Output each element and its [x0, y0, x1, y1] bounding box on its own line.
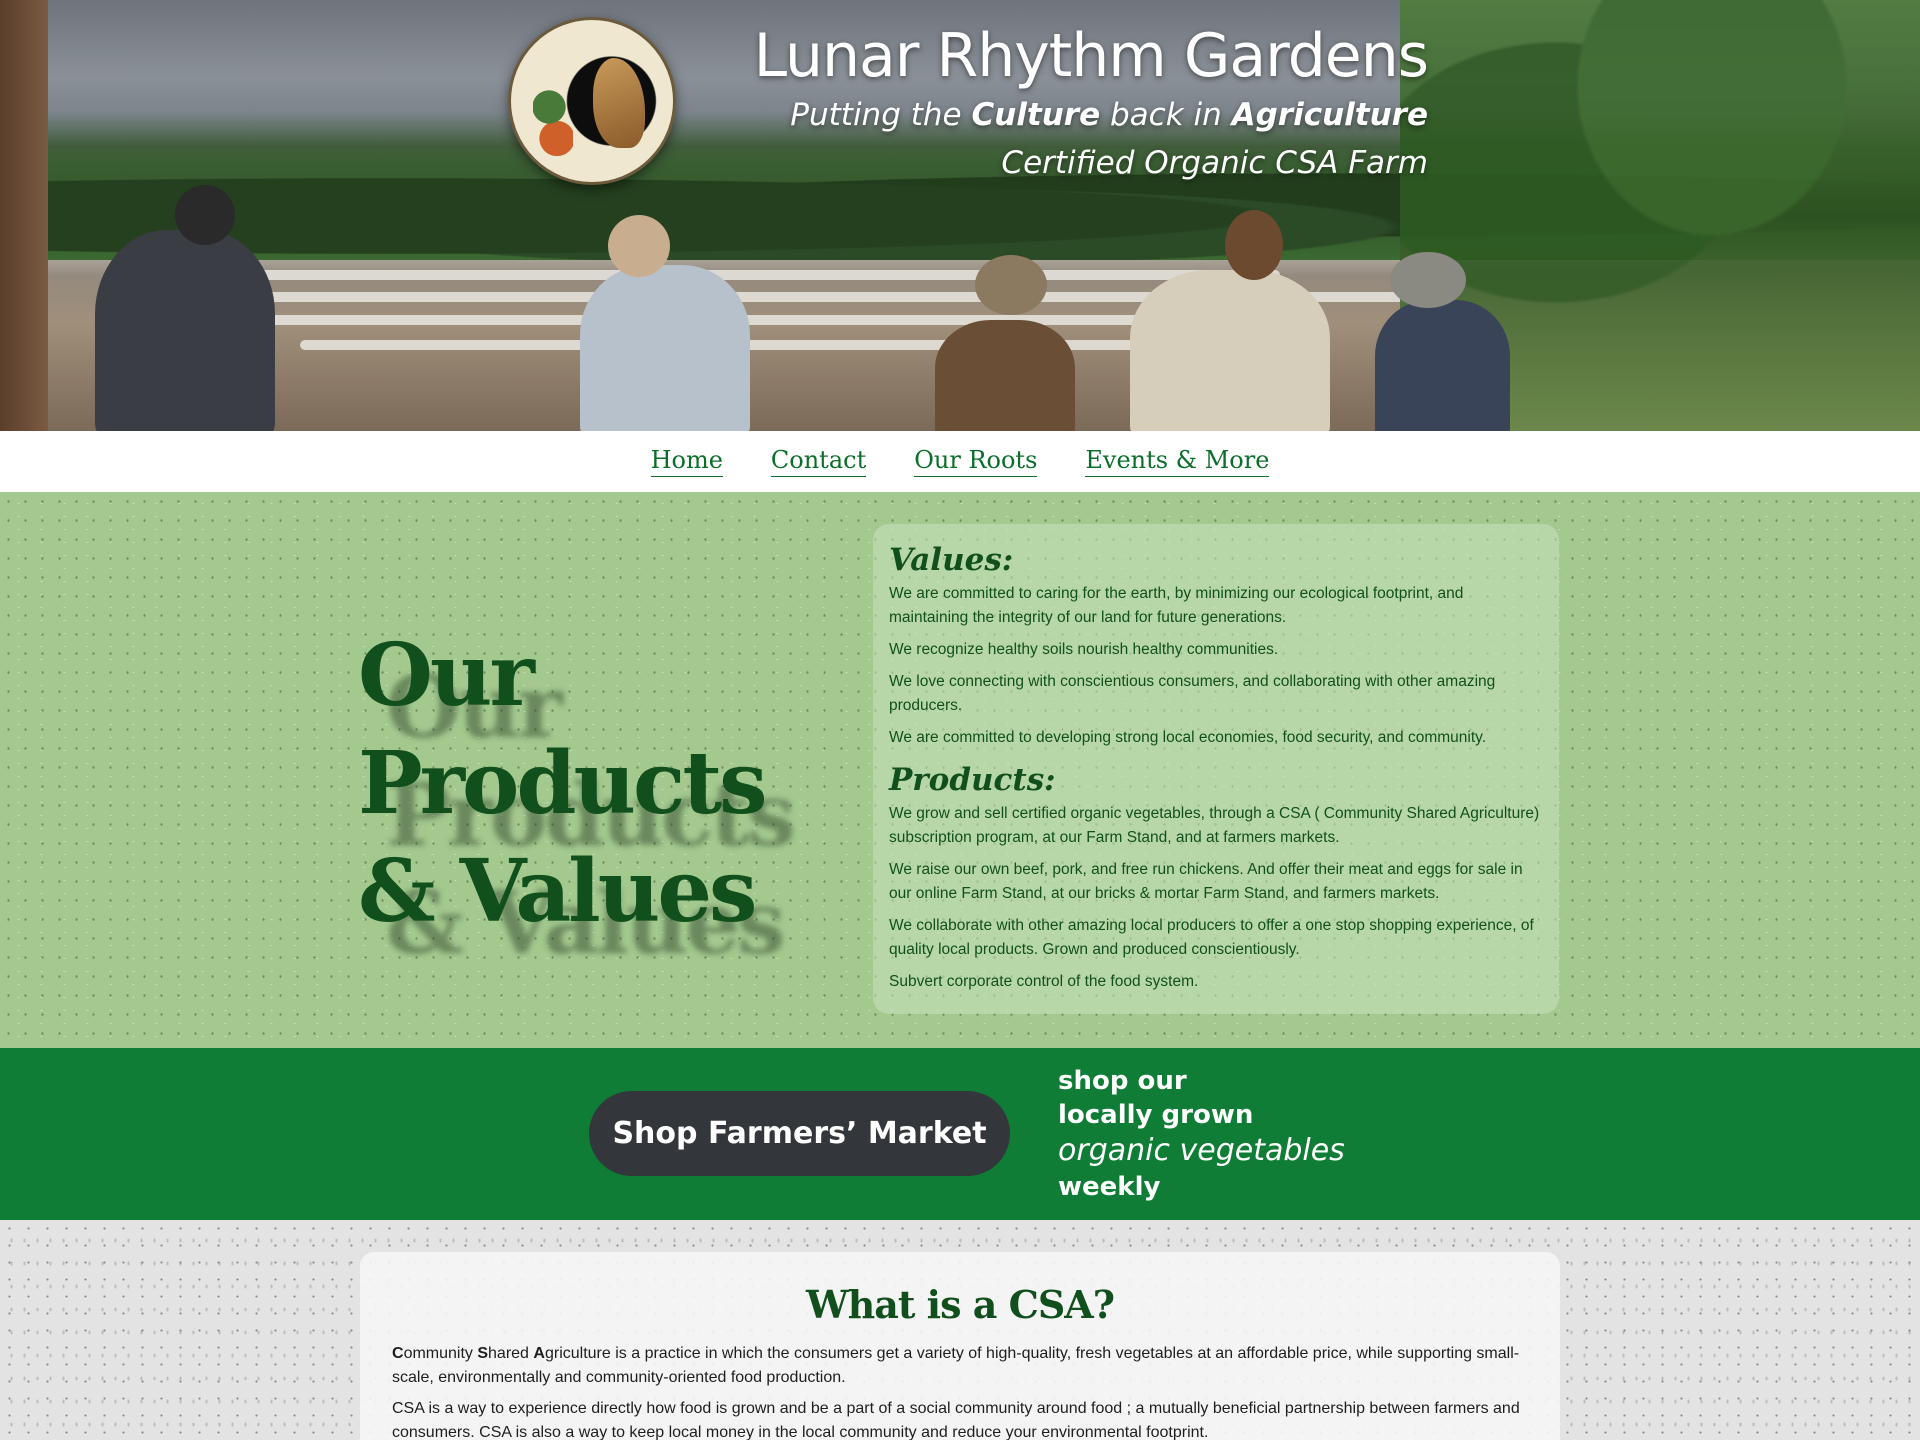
product-item: We collaborate with other amazing local … [889, 917, 1534, 958]
tagline-culture: Culture [971, 97, 1101, 133]
farmer-head [975, 255, 1047, 315]
farmer-head [1225, 210, 1283, 280]
csa-text: ommunity [403, 1345, 478, 1362]
csa-paragraph: Community Shared Agriculture is a practi… [392, 1342, 1528, 1390]
farmer-figure [580, 265, 750, 431]
main-nav: Home Contact Our Roots Events & More [0, 431, 1920, 492]
csa-text: hared [488, 1345, 534, 1362]
nav-our-roots[interactable]: Our Roots [914, 446, 1038, 477]
value-item: We are committed to developing strong lo… [889, 729, 1487, 746]
site-title-block: Lunar Rhythm Gardens Putting the Culture… [754, 20, 1429, 188]
farmer-figure [935, 320, 1075, 431]
field-row [180, 270, 1280, 280]
farm-logo[interactable] [508, 17, 676, 185]
farmer-head [175, 185, 235, 245]
promo-line: shop our [1058, 1066, 1187, 1096]
csa-text: griculture is a practice in which the co… [392, 1345, 1520, 1386]
tagline-part: Putting the [790, 97, 972, 133]
products-values-heading: Our Products & Values [358, 622, 798, 946]
nav-home[interactable]: Home [650, 446, 723, 477]
shop-banner: Shop Farmers’ Market shop our locally gr… [0, 1048, 1920, 1220]
product-item: Subvert corporate control of the food sy… [889, 973, 1199, 990]
product-item: We raise our own beef, pork, and free ru… [889, 861, 1523, 902]
barn-post [0, 0, 48, 431]
shop-farmers-market-button[interactable]: Shop Farmers’ Market [589, 1091, 1010, 1176]
subtagline: Certified Organic CSA Farm [1001, 145, 1428, 181]
value-item: We recognize healthy soils nourish healt… [889, 641, 1279, 658]
csa-letter: A [533, 1345, 545, 1362]
values-card: Values: We are committed to caring for t… [873, 524, 1559, 1014]
csa-letter: C [392, 1345, 404, 1362]
site-title[interactable]: Lunar Rhythm Gardens [754, 20, 1429, 92]
farmer-head [1390, 252, 1466, 308]
values-title: Values: [889, 542, 1014, 578]
promo-line-italic: organic vegetables [1058, 1133, 1345, 1168]
horse-icon [593, 58, 645, 148]
farmer-figure [95, 230, 275, 431]
tagline-agriculture: Agriculture [1231, 97, 1428, 133]
value-item: We love connecting with conscientious co… [889, 673, 1496, 714]
tagline-part: back in [1100, 97, 1232, 133]
heading-line: Our [358, 625, 535, 726]
products-values-section: Our Products & Values Values: We are com… [0, 492, 1920, 1048]
csa-letter: S [477, 1345, 489, 1362]
tagline: Putting the Culture back in Agriculture [754, 92, 1428, 138]
hero-banner: Lunar Rhythm Gardens Putting the Culture… [0, 0, 1920, 431]
promo-line: locally grown [1058, 1100, 1254, 1130]
nav-contact[interactable]: Contact [770, 446, 867, 477]
products-title: Products: [889, 762, 1056, 798]
nav-events-more[interactable]: Events & More [1085, 446, 1270, 477]
farmer-head [608, 215, 670, 277]
csa-title: What is a CSA? [805, 1282, 1115, 1327]
heading-line: & Values [358, 841, 757, 942]
promo-line: weekly [1058, 1172, 1161, 1202]
vegetable-icon [533, 86, 573, 156]
heading-line: Products [358, 733, 768, 834]
csa-card: What is a CSA? Community Shared Agricult… [360, 1252, 1560, 1440]
product-item: We grow and sell certified organic veget… [889, 805, 1540, 846]
farmer-figure [1130, 270, 1330, 431]
farmer-figure [1375, 300, 1510, 431]
shop-promo-text: shop our locally grown organic vegetable… [1058, 1064, 1345, 1204]
value-item: We are committed to caring for the earth… [889, 585, 1464, 626]
csa-section: What is a CSA? Community Shared Agricult… [0, 1220, 1920, 1440]
csa-paragraph: CSA is a way to experience directly how … [392, 1400, 1520, 1440]
